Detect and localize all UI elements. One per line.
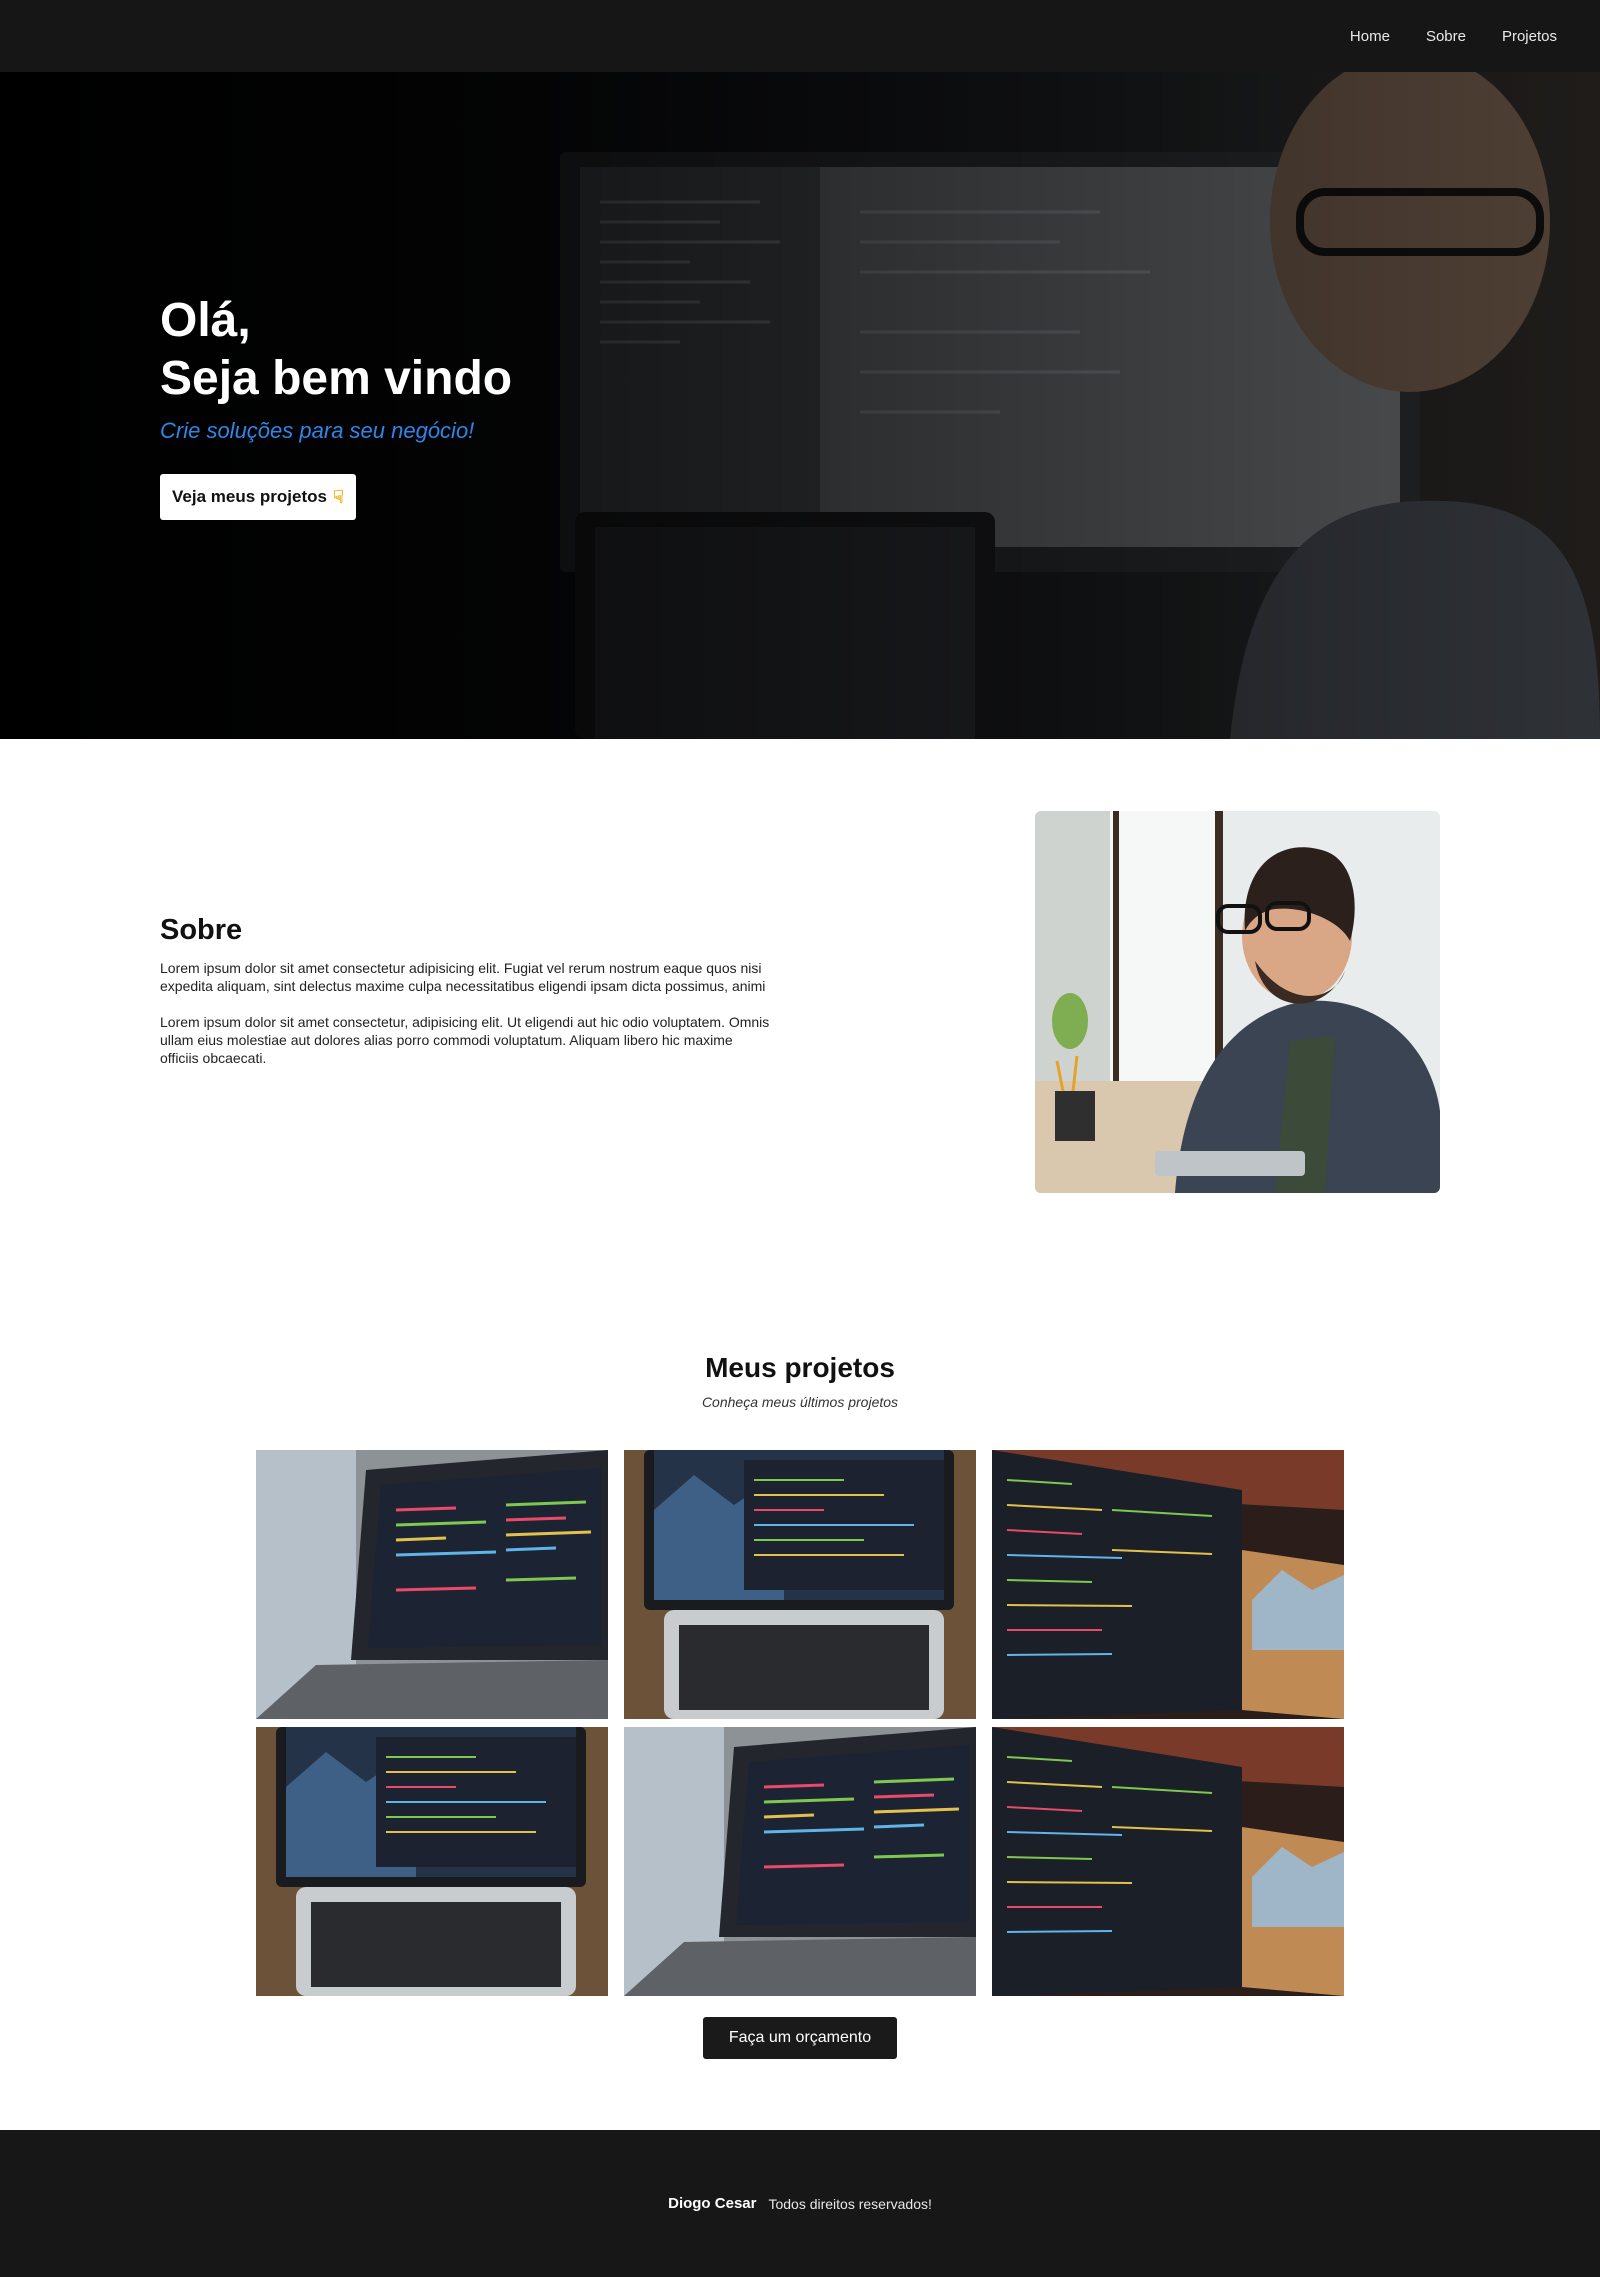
- footer-rights-text: Todos direitos reservados!: [768, 2195, 932, 2212]
- projects-title: Meus projetos: [705, 1352, 895, 1383]
- project-thumbnail[interactable]: [256, 1727, 608, 1996]
- footer-author-name: Diogo Cesar: [668, 2195, 757, 2212]
- see-projects-button[interactable]: Veja meus projetos ☟: [160, 474, 356, 520]
- see-projects-label: Veja meus projetos: [172, 487, 327, 506]
- hero-heading: Olá, Seja bem vindo: [160, 292, 512, 408]
- projects-subtitle: Conheça meus últimos projetos: [701, 1394, 899, 1410]
- hero-tagline: Crie soluções para seu negócio!: [160, 418, 475, 443]
- about-section: Sobre Lorem ipsum dolor sit amet consect…: [160, 914, 770, 1085]
- hero-content: Olá, Seja bem vindo Crie soluções para s…: [160, 292, 512, 520]
- footer: Diogo Cesar Todos direitos reservados!: [0, 2130, 1600, 2277]
- project-thumbnail[interactable]: [992, 1450, 1344, 1719]
- hero-section: Olá, Seja bem vindo Crie soluções para s…: [0, 72, 1600, 739]
- about-paragraph: Lorem ipsum dolor sit amet consectetur, …: [160, 1014, 770, 1066]
- about-paragraph: Lorem ipsum dolor sit amet consectetur a…: [160, 960, 766, 994]
- request-quote-button[interactable]: Faça um orçamento: [703, 2017, 897, 2059]
- project-thumbnail[interactable]: [624, 1727, 976, 1996]
- projects-grid: [256, 1450, 1344, 1996]
- project-thumbnail[interactable]: [256, 1450, 608, 1719]
- profile-photo: [1035, 811, 1440, 1193]
- nav-link-home[interactable]: Home: [1350, 28, 1390, 45]
- project-thumbnail[interactable]: [992, 1727, 1344, 1996]
- about-title: Sobre: [160, 914, 243, 946]
- top-navbar: Home Sobre Projetos: [0, 0, 1600, 72]
- pointing-hand-icon: ☟: [332, 486, 344, 507]
- nav-link-projetos[interactable]: Projetos: [1502, 28, 1557, 45]
- project-thumbnail[interactable]: [624, 1450, 976, 1719]
- nav-link-sobre[interactable]: Sobre: [1426, 28, 1466, 45]
- hero-greeting: Olá,: [160, 294, 251, 347]
- hero-title: Seja bem vindo: [160, 352, 513, 405]
